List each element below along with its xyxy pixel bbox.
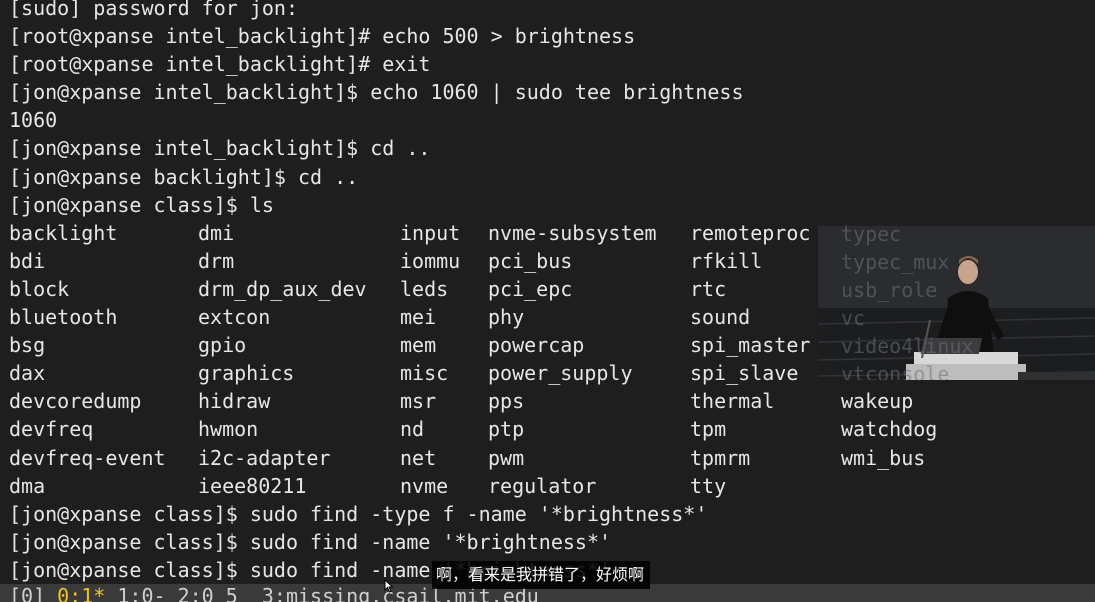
ls-entry: bluetooth [9, 305, 118, 330]
ls-entry: iommu [400, 248, 461, 273]
mouse-pointer-icon [384, 574, 394, 598]
overlay-text-line: vtconsole [841, 362, 950, 380]
ls-entry: tty [690, 473, 727, 498]
overlay-text-line: vc [841, 306, 866, 331]
subtitle-caption: 啊，看来是我拼错了，好烦啊 [432, 561, 651, 589]
ls-entry: hidraw [198, 389, 271, 414]
ls-entry: thermal [690, 389, 775, 414]
ls-entry: wmi_bus [841, 445, 926, 470]
terminal-line: [root@xpanse intel_backlight]# echo 500 … [9, 24, 636, 49]
terminal-line-text: [jon@xpanse class]$ sudo find -name '*br… [9, 529, 612, 554]
ls-entry: pps [488, 389, 525, 414]
ls-entry: powercap [488, 333, 585, 358]
terminal-line: [jon@xpanse intel_backlight]$ echo 1060 … [9, 80, 744, 105]
ls-entry: regulator [488, 473, 597, 498]
ls-entry: ptp [488, 417, 525, 442]
ls-entry: nvme-subsystem [488, 220, 657, 245]
ls-output-row: devfreq-event i2c-adapter net pwm tpmrm wmi_b… [9, 444, 973, 472]
overlay-text-line: typec_mux [841, 250, 950, 275]
terminal-line: [jon@xpanse backlight]$ cd .. [9, 164, 359, 189]
terminal-line: [jon@xpanse class]$ sudo find -name '*br… [9, 528, 973, 556]
overlay-ghost-text: typec typec_mux usb_role vc video4linux … [841, 226, 973, 380]
terminal-line: [jon@xpanse class]$ sudo find -type f -n… [9, 501, 708, 526]
status-window-active[interactable]: 0:1* [57, 584, 105, 602]
ls-entry: hwmon [198, 417, 259, 442]
ls-entry: msr [400, 389, 437, 414]
terminal-line: [root@xpanse intel_backlight]# exit [9, 52, 431, 77]
ls-output-row: dma ieee80211 nvme regulator tty [9, 472, 973, 500]
ls-entry: drm_dp_aux_dev [198, 276, 367, 301]
ls-entry: devfreq-event [9, 445, 166, 470]
ls-entry: mei [400, 305, 437, 330]
ls-entry: bsg [9, 333, 46, 358]
ls-entry: dma [9, 473, 46, 498]
ls-entry: tpm [690, 417, 727, 442]
overlay-text-line: video4linux [841, 334, 974, 359]
ls-entry: input [400, 220, 461, 245]
overlay-text-line: usb_role [841, 278, 938, 303]
ls-entry: extcon [198, 305, 271, 330]
ls-entry: pci_bus [488, 248, 573, 273]
terminal-line: [jon@xpanse class]$ ls [9, 192, 274, 217]
ls-entry: watchdog [841, 417, 938, 442]
ls-entry: pwm [488, 445, 525, 470]
ls-entry: bdi [9, 248, 46, 273]
ls-entry: gpio [198, 333, 247, 358]
ls-entry: leds [400, 276, 449, 301]
terminal-line: [jon@xpanse intel_backlight]$ cd .. [9, 136, 431, 161]
status-window-0[interactable]: [0] [9, 584, 57, 602]
ls-entry: pci_epc [488, 276, 573, 301]
ls-entry: graphics [198, 361, 295, 386]
ls-entry: dmi [198, 220, 235, 245]
ls-entry: nd [400, 417, 425, 442]
ls-entry: nvme [400, 473, 449, 498]
ls-output-row: devfreq hwmon nd ptp tpm watchdog [9, 415, 973, 443]
ls-entry: i2c-adapter [198, 445, 331, 470]
ls-entry: tpmrm [690, 445, 751, 470]
ls-entry: net [400, 445, 437, 470]
terminal-line: 1060 [9, 108, 58, 133]
ls-output-row: devcoredump hidraw msr pps thermal wakeup [9, 387, 973, 415]
ls-entry: power_supply [488, 361, 633, 386]
ls-entry: wakeup [841, 389, 914, 414]
ls-entry: ieee80211 [198, 473, 307, 498]
ls-entry: devcoredump [9, 389, 142, 414]
ls-entry: block [9, 276, 70, 301]
ls-entry: phy [488, 305, 525, 330]
overlay-text-line: typec [841, 226, 902, 246]
screen: [sudo] password for jon: [root@xpanse in… [0, 0, 1095, 602]
speaker-video-overlay: typec typec_mux usb_role vc video4linux … [818, 226, 1095, 380]
ls-entry: backlight [9, 220, 118, 245]
terminal-line: [sudo] password for jon: [9, 0, 298, 20]
ls-entry: misc [400, 361, 449, 386]
ls-entry: drm [198, 248, 235, 273]
ls-entry: devfreq [9, 417, 94, 442]
ls-entry: dax [9, 361, 46, 386]
ls-entry: mem [400, 333, 437, 358]
